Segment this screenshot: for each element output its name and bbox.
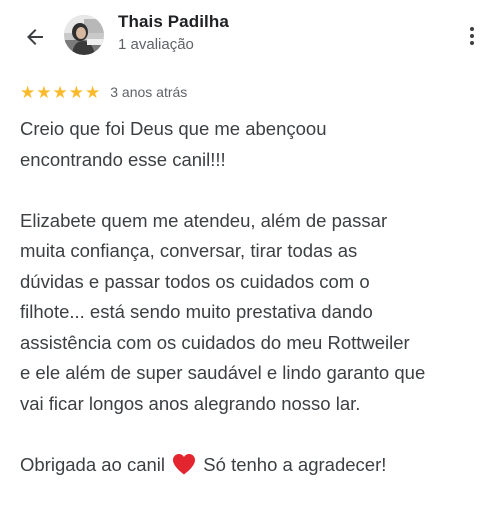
reviewer-name[interactable]: Thais Padilha	[118, 12, 229, 32]
more-options-button[interactable]	[460, 20, 484, 52]
arrow-left-icon	[27, 29, 43, 45]
rating-row: ★ ★ ★ ★ ★ 3 anos atrás	[20, 81, 187, 103]
avatar-image	[64, 15, 104, 55]
star-icon: ★	[36, 82, 52, 102]
star-rating: ★ ★ ★ ★ ★	[20, 84, 100, 101]
review-date: 3 anos atrás	[110, 84, 188, 100]
red-heart-icon	[172, 453, 196, 485]
avatar[interactable]	[64, 15, 104, 55]
review-count: 1 avaliação	[118, 36, 194, 53]
back-button[interactable]	[18, 20, 52, 54]
more-vertical-icon	[470, 27, 474, 45]
closing-text-start: Obrigada ao canil	[20, 453, 166, 475]
review-text: Creio que foi Deus que me abençoou encon…	[20, 114, 488, 484]
review-closing: Obrigada ao canil Só tenho a agradecer!	[20, 450, 488, 485]
star-icon: ★	[68, 82, 84, 102]
review-paragraph: Creio que foi Deus que me abençoou encon…	[20, 118, 327, 170]
review-header: Thais Padilha 1 avaliação	[0, 0, 500, 72]
star-icon: ★	[52, 82, 68, 102]
star-icon: ★	[85, 82, 101, 102]
star-icon: ★	[20, 82, 36, 102]
review-paragraph: Elizabete quem me atendeu, além de passa…	[20, 209, 426, 414]
closing-text-end: Só tenho a agradecer!	[203, 453, 387, 475]
